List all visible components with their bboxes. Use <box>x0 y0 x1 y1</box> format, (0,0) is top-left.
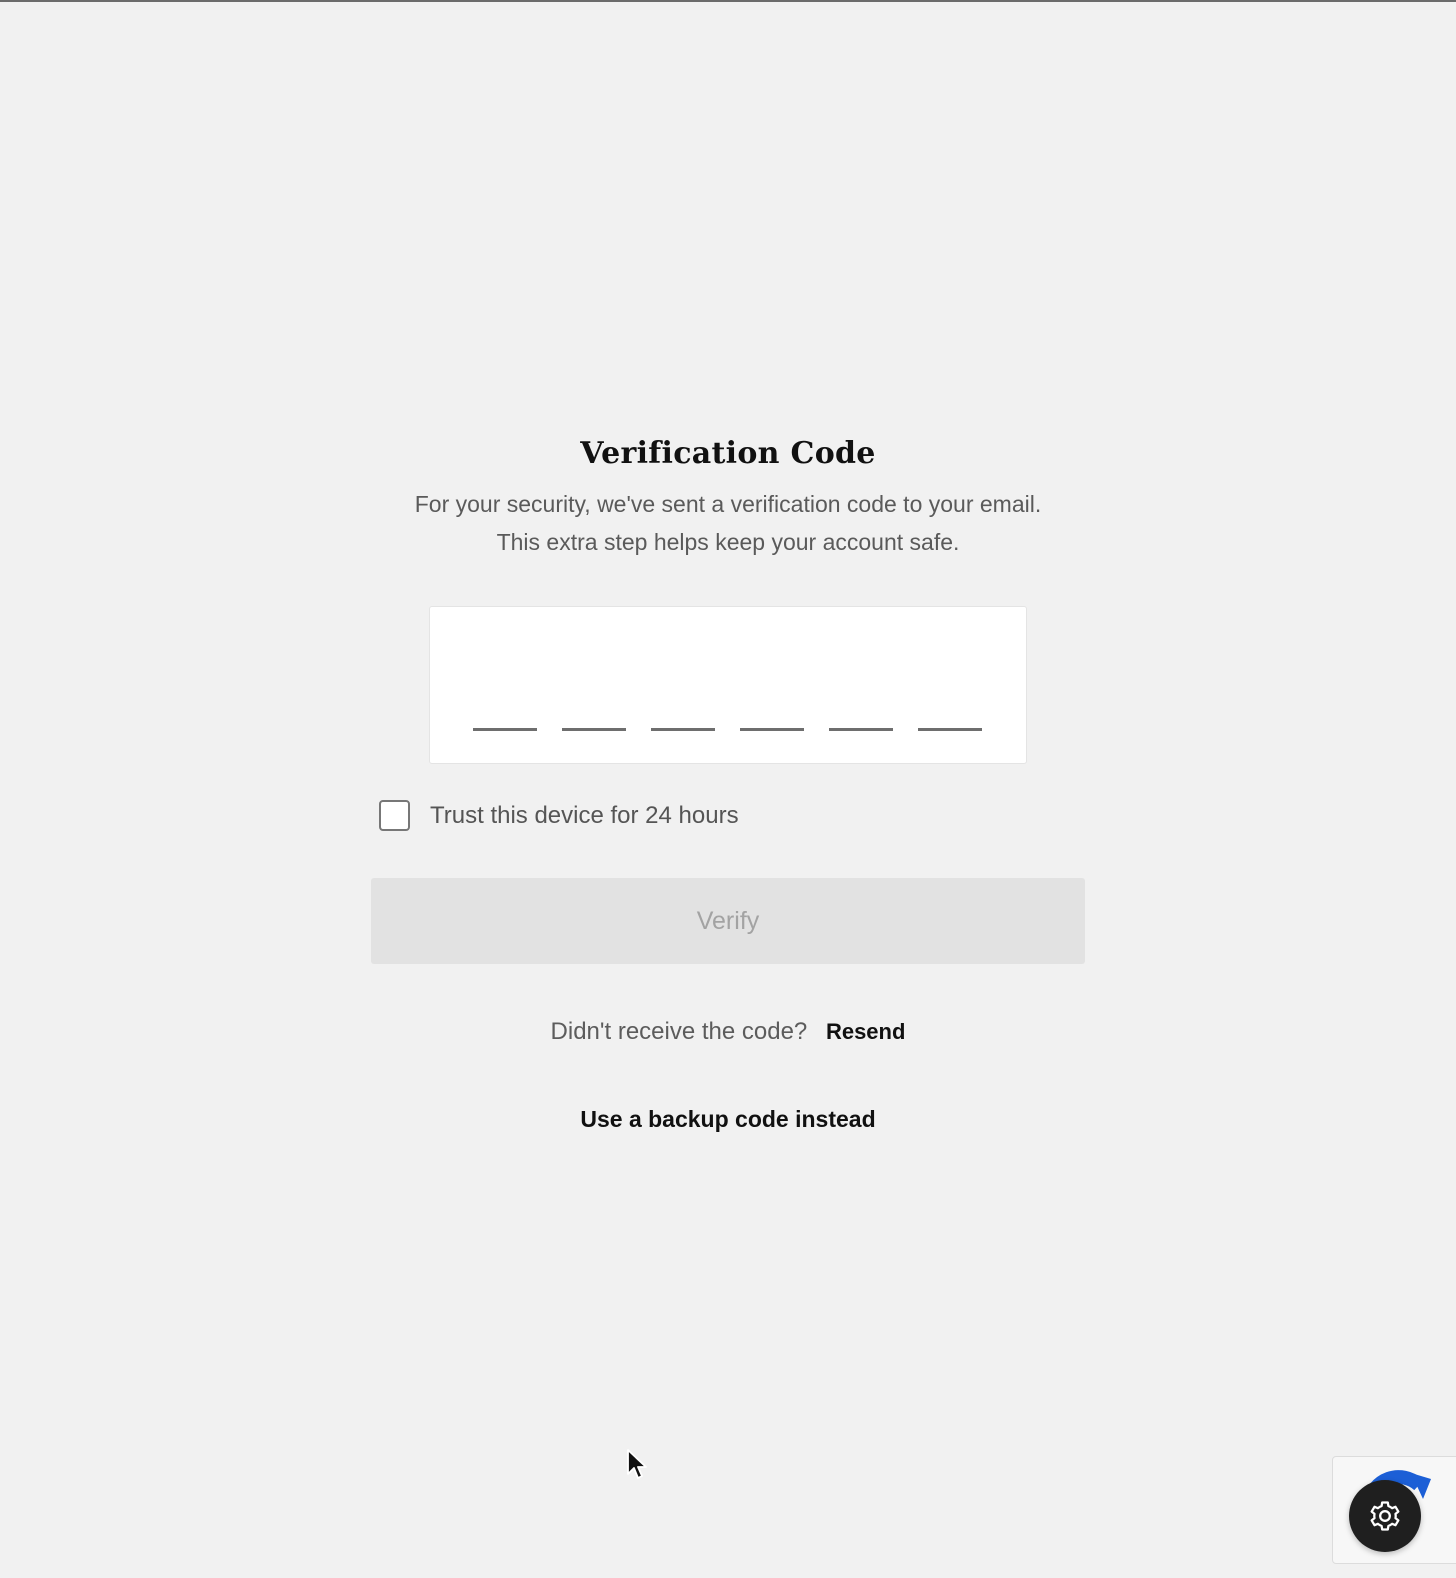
code-digit-1[interactable] <box>473 607 537 765</box>
subtitle-line-1: For your security, we've sent a verifica… <box>414 491 1042 517</box>
code-digit-3-underline <box>651 728 715 731</box>
code-digit-6[interactable] <box>918 607 982 765</box>
resend-prompt: Didn't receive the code? <box>550 1018 808 1045</box>
code-digit-2-underline <box>562 728 626 731</box>
page-title: Verification Code <box>580 436 876 471</box>
trust-device-label[interactable]: Trust this device for 24 hours <box>430 800 739 831</box>
verify-button[interactable]: Verify <box>371 878 1085 964</box>
gear-icon <box>1370 1501 1400 1531</box>
mouse-pointer-icon <box>627 1449 647 1479</box>
code-digit-4-underline <box>740 728 804 731</box>
backup-code-link[interactable]: Use a backup code instead <box>0 1106 1456 1133</box>
settings-button[interactable] <box>1349 1480 1421 1552</box>
trust-device-checkbox[interactable] <box>379 800 410 831</box>
top-border <box>0 0 1456 2</box>
code-digit-2[interactable] <box>562 607 626 765</box>
code-digit-3[interactable] <box>651 607 715 765</box>
verification-code-input[interactable] <box>429 606 1027 765</box>
resend-row: Didn't receive the code? Resend <box>0 1018 1456 1046</box>
code-digit-5[interactable] <box>829 607 893 765</box>
resend-link[interactable]: Resend <box>826 1019 905 1044</box>
code-digit-1-underline <box>473 728 537 731</box>
code-digit-6-underline <box>918 728 982 731</box>
code-digit-4[interactable] <box>740 607 804 765</box>
code-digit-5-underline <box>829 728 893 731</box>
subtitle-line-2: This extra step helps keep your account … <box>496 529 960 555</box>
